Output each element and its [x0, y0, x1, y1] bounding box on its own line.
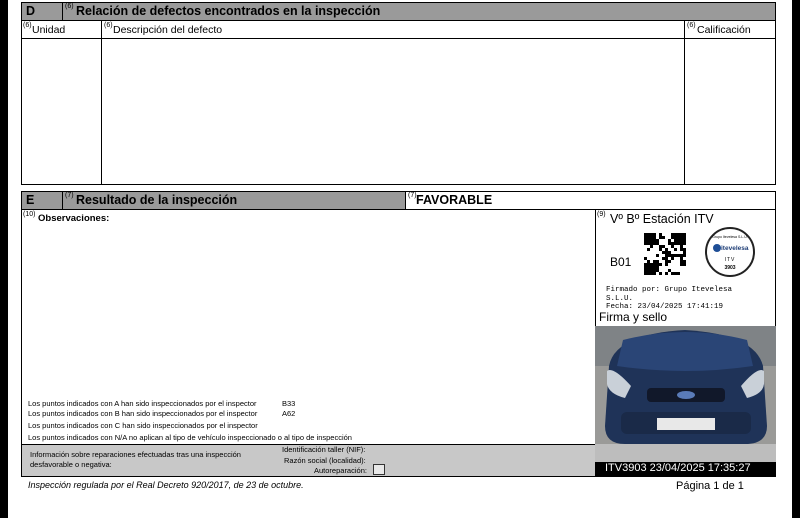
repairs-info: Información sobre reparaciones efectuada…	[30, 450, 241, 469]
section-d-sup: (6)	[65, 3, 74, 10]
station-stamp: Grupo Itevelesa S.L.U. itevelesa ITV 390…	[705, 227, 755, 277]
vehicle-photo	[595, 326, 776, 477]
inspector-line-c: Los puntos indicados con C han sido insp…	[28, 421, 258, 430]
obs-sup: (10)	[23, 211, 36, 218]
stamp-top-text: Grupo Itevelesa S.L.U.	[712, 235, 748, 239]
section-d-letter: D	[26, 4, 36, 18]
result-value: FAVORABLE	[416, 193, 493, 207]
qr-module	[659, 272, 662, 275]
qr-module	[665, 263, 668, 266]
section-d-title: Relación de defectos encontrados en la i…	[76, 4, 381, 18]
stamp-brand: itevelesa	[721, 245, 749, 252]
repairs-social-label: Razón social (localidad):	[284, 456, 366, 465]
footer-page-number: Página 1 de 1	[676, 480, 744, 492]
qr-module	[677, 272, 680, 275]
station-code: B01	[610, 255, 632, 269]
qr-module	[662, 236, 665, 239]
repairs-auto-label: Autoreparación:	[314, 466, 367, 475]
inspector-code-a: B33	[282, 399, 296, 408]
autorepair-checkbox[interactable]	[373, 464, 385, 475]
qr-module	[665, 272, 668, 275]
col-grade-sup: (6)	[687, 22, 696, 29]
qr-module	[653, 272, 656, 275]
qr-module	[650, 245, 653, 248]
sign-label: Firma y sello	[599, 310, 668, 324]
qr-module	[671, 257, 674, 260]
obs-label: Observaciones:	[38, 213, 110, 224]
stamp-logo-icon	[713, 244, 721, 252]
section-e-letter: E	[26, 193, 35, 207]
qr-module	[683, 263, 686, 266]
inspector-code-b: A62	[282, 409, 296, 418]
qr-module	[683, 242, 686, 245]
inspector-line-a: Los puntos indicados con A han sido insp…	[28, 399, 257, 408]
qr-module	[647, 248, 650, 251]
col-unit-label: Unidad	[32, 24, 66, 36]
section-e-title: Resultado de la inspección	[76, 193, 238, 207]
section-e-sup: (7)	[65, 192, 74, 199]
station-title: Vº Bº Estación ITV	[610, 212, 714, 226]
inspector-line-b: Los puntos indicados con B han sido insp…	[28, 409, 258, 418]
stamp-itv: ITV	[724, 257, 736, 263]
qr-code-icon	[644, 233, 686, 275]
col-desc-label: Descripción del defecto	[113, 24, 223, 36]
col-grade-label: Calificación	[697, 24, 751, 36]
qr-module	[656, 254, 659, 257]
station-sup: (9)	[597, 211, 606, 218]
footer-regulation: Inspección regulada por el Real Decreto …	[28, 480, 304, 490]
defects-table	[21, 20, 776, 185]
signed-line-1: Firmado por: Grupo Itevelesa	[606, 286, 733, 294]
qr-module	[674, 248, 677, 251]
inspection-report-page: D (6) Relación de defectos encontrados e…	[8, 0, 792, 518]
inspector-line-na: Los puntos indicados con N/A no aplican …	[28, 433, 352, 442]
repairs-nif-label: Identificación taller (NIF):	[282, 445, 366, 454]
qr-module	[659, 263, 662, 266]
qr-module	[683, 254, 686, 257]
col-unit-sup: (6)	[23, 22, 32, 29]
stamp-num: 3903	[724, 265, 736, 271]
qr-module	[668, 260, 671, 263]
photo-caption: ITV3903 23/04/2025 17:35:27	[605, 462, 751, 474]
col-desc-sup: (6)	[104, 22, 113, 29]
